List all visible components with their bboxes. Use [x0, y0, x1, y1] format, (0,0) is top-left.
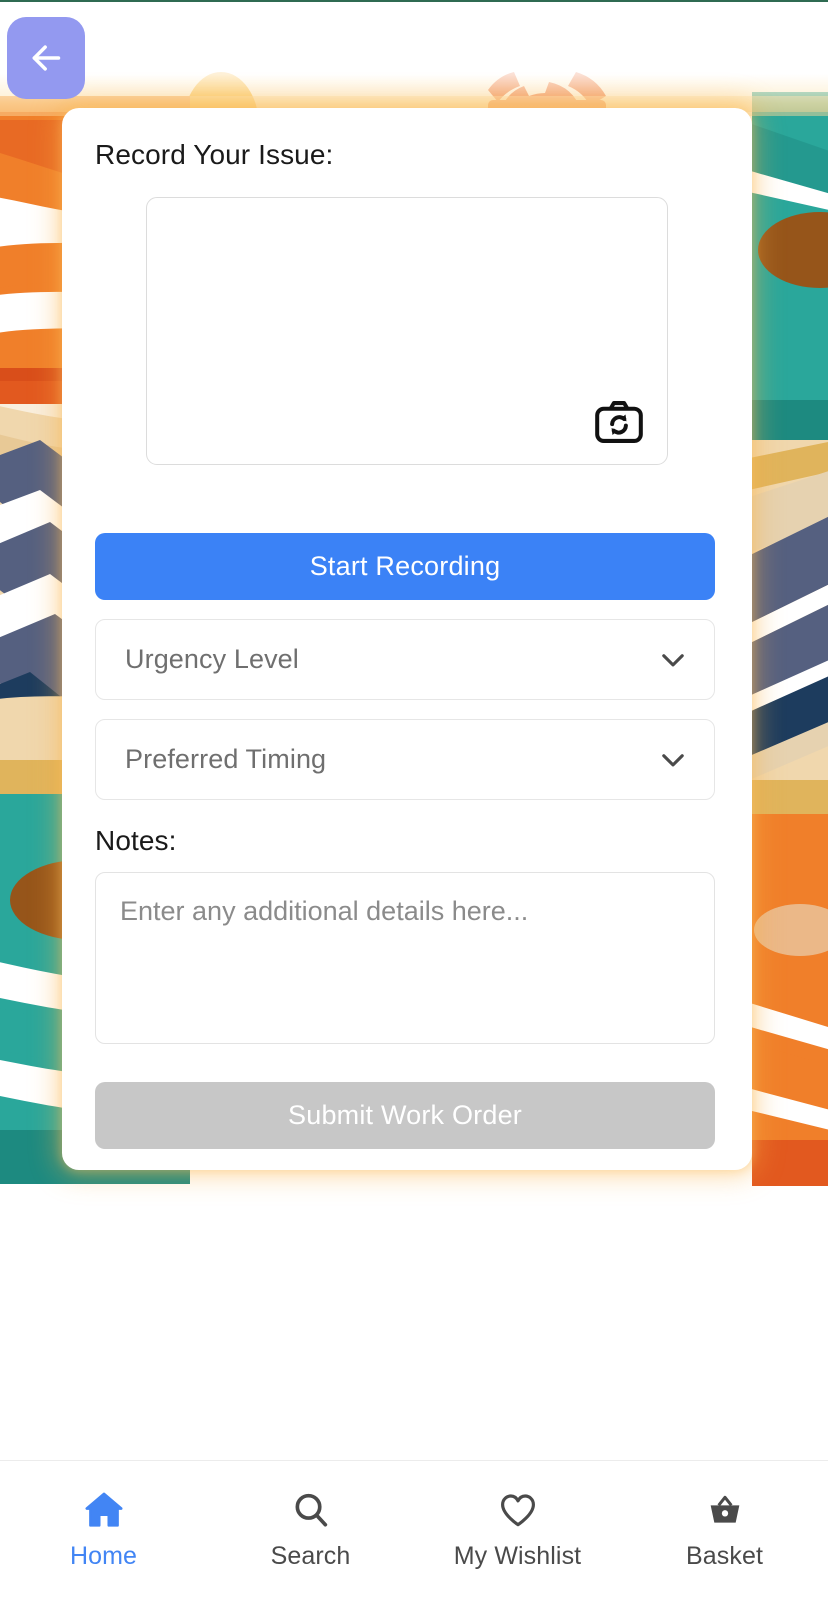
preferred-timing-select[interactable]: Preferred Timing — [95, 719, 715, 800]
arrow-left-icon — [26, 38, 66, 78]
preferred-timing-value: Preferred Timing — [125, 744, 327, 774]
nav-label-wishlist: My Wishlist — [453, 1542, 582, 1570]
status-hairline — [0, 0, 828, 2]
basket-icon — [705, 1487, 745, 1533]
home-icon — [82, 1487, 126, 1533]
chevron-down-icon — [656, 743, 690, 777]
nav-label-basket: Basket — [685, 1542, 764, 1570]
recording-preview-box[interactable] — [146, 197, 668, 465]
search-icon — [290, 1487, 332, 1533]
app-screen: Record Your Issue: Start Recording Urgen… — [0, 0, 828, 1600]
record-section-label: Record Your Issue: — [95, 139, 334, 170]
work-order-card: Record Your Issue: Start Recording Urgen… — [62, 108, 752, 1170]
camera-flip-icon[interactable] — [594, 400, 644, 444]
heart-icon — [497, 1487, 539, 1533]
nav-item-home[interactable]: Home — [0, 1487, 207, 1571]
bottom-navigation-bar: Home Search My Wishlist Basket — [0, 1460, 828, 1600]
urgency-level-select[interactable]: Urgency Level — [95, 619, 715, 700]
nav-item-search[interactable]: Search — [207, 1487, 414, 1571]
start-recording-button[interactable]: Start Recording — [95, 533, 715, 600]
nav-label-home: Home — [69, 1542, 138, 1570]
submit-work-order-button[interactable]: Submit Work Order — [95, 1082, 715, 1149]
notes-input[interactable] — [95, 872, 715, 1044]
back-button[interactable] — [7, 17, 85, 99]
notes-label: Notes: — [95, 825, 177, 856]
nav-item-wishlist[interactable]: My Wishlist — [414, 1487, 621, 1571]
nav-label-search: Search — [270, 1542, 351, 1570]
urgency-level-value: Urgency Level — [125, 644, 299, 674]
nav-item-basket[interactable]: Basket — [621, 1487, 828, 1571]
chevron-down-icon — [656, 643, 690, 677]
